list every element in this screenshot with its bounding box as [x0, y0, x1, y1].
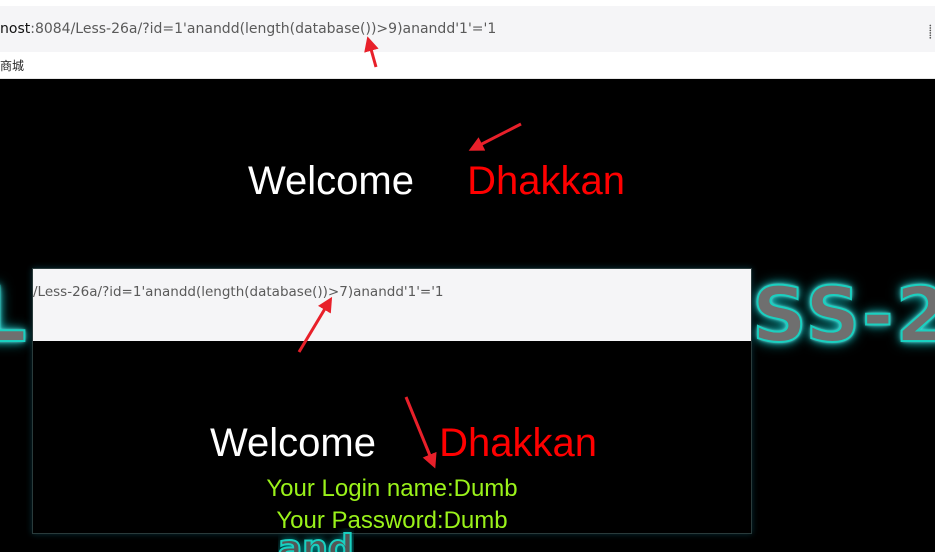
logo-fragment-left: L	[0, 269, 29, 360]
bookmarks-bar: 商城	[0, 52, 935, 79]
reader-mode-icon[interactable]: ⸽	[929, 22, 932, 40]
inset-welcome-text: Welcome	[210, 421, 376, 465]
inset-welcome-heading: Welcome Dhakkan	[210, 421, 597, 466]
address-bar[interactable]: nost:8084/Less-26a/?id=1'anandd(length(d…	[0, 6, 935, 53]
username-text: Dhakkan	[467, 159, 625, 203]
inset-screenshot: /Less-26a/?id=1'anandd(length(database()…	[32, 268, 752, 534]
inset-username-text: Dhakkan	[439, 421, 597, 465]
address-url[interactable]: nost:8084/Less-26a/?id=1'anandd(length(d…	[0, 21, 496, 37]
url-path: :8084/Less-26a/?id=1'anandd(length(datab…	[30, 21, 497, 37]
welcome-text: Welcome	[248, 159, 414, 203]
logo-fragment-right: SS-2	[751, 269, 935, 360]
password-line: Your Password:Dumb	[276, 507, 508, 534]
inset-address-bar: /Less-26a/?id=1'anandd(length(database()…	[33, 269, 751, 341]
bookmark-item[interactable]: 商城	[0, 57, 24, 74]
url-host: nost	[0, 21, 31, 37]
login-name-line: Your Login name:Dumb	[266, 475, 518, 502]
welcome-heading: Welcome Dhakkan	[248, 159, 625, 204]
logo-fragment-bottom: and	[278, 528, 354, 552]
arrow-to-missing-user	[468, 122, 522, 151]
inset-address-url: /Less-26a/?id=1'anandd(length(database()…	[33, 284, 444, 300]
